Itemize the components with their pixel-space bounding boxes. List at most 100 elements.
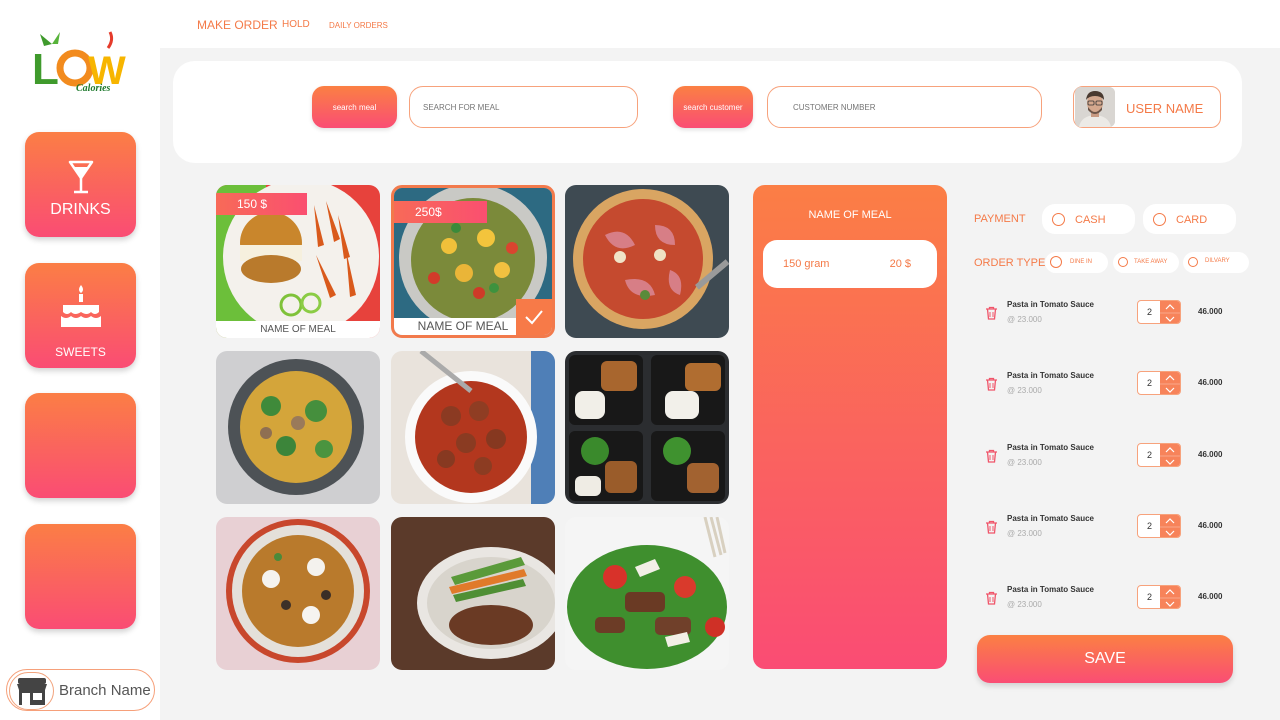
- branch-selector[interactable]: Branch Name: [6, 669, 155, 711]
- trash-icon[interactable]: [985, 591, 998, 610]
- order-item-row: Pasta in Tomato Sauce @ 23.000 2 46.000: [980, 514, 1230, 554]
- stepper-arrows[interactable]: [1160, 444, 1180, 466]
- avatar: [1075, 87, 1115, 127]
- order-item-row: Pasta in Tomato Sauce @ 23.000 2 46.000: [980, 585, 1230, 625]
- order-type-delivery[interactable]: DILVARY: [1183, 252, 1249, 273]
- order-item-total: 46.000: [1198, 450, 1223, 459]
- meal-image: [391, 351, 555, 504]
- meal-card[interactable]: [391, 517, 555, 670]
- detail-weight: 150 gram: [783, 258, 830, 270]
- quantity-stepper[interactable]: 2: [1137, 300, 1181, 324]
- chevron-down-icon: [1165, 459, 1175, 465]
- trash-icon[interactable]: [985, 520, 998, 539]
- sidebar-item-label: DRINKS: [50, 201, 111, 218]
- order-item-total: 46.000: [1198, 592, 1223, 601]
- stepper-arrows[interactable]: [1160, 586, 1180, 608]
- order-item-row: Pasta in Tomato Sauce @ 23.000 2 46.000: [980, 371, 1230, 411]
- order-item-name: Pasta in Tomato Sauce: [1007, 443, 1094, 452]
- radio-icon[interactable]: [1050, 256, 1062, 268]
- chevron-up-icon: [1165, 589, 1175, 595]
- order-type-option-label: DINE IN: [1070, 259, 1093, 265]
- payment-label: PAYMENT: [974, 213, 1026, 225]
- sidebar-item-drinks[interactable]: DRINKS: [25, 132, 136, 237]
- order-item-row: Pasta in Tomato Sauce @ 23.000 2 46.000: [980, 300, 1230, 340]
- customer-number-input[interactable]: [767, 86, 1042, 128]
- detail-price: 20 $: [889, 258, 911, 270]
- order-item-unit-price: @ 23.000: [1007, 315, 1042, 324]
- order-type-dine-in[interactable]: DINE IN: [1045, 252, 1108, 273]
- sidebar-item-sweets[interactable]: SWEETS: [25, 263, 136, 368]
- quantity-stepper[interactable]: 2: [1137, 514, 1181, 538]
- quantity-value: 2: [1147, 521, 1153, 531]
- order-item-total: 46.000: [1198, 307, 1223, 316]
- store-icon: [9, 672, 54, 710]
- tab-make-order[interactable]: MAKE ORDER: [197, 18, 278, 32]
- tab-daily-orders[interactable]: DAILY ORDERS: [329, 21, 388, 30]
- trash-icon[interactable]: [985, 306, 998, 325]
- chevron-up-icon: [1165, 375, 1175, 381]
- payment-option-cash[interactable]: CASH: [1042, 204, 1135, 234]
- order-item-total: 46.000: [1198, 521, 1223, 530]
- sidebar-item-empty-1[interactable]: [25, 393, 136, 498]
- search-meal-input[interactable]: [409, 86, 638, 128]
- order-type-label: ORDER TYPE: [974, 257, 1046, 269]
- radio-icon[interactable]: [1188, 257, 1198, 267]
- stepper-arrows[interactable]: [1160, 372, 1180, 394]
- order-item-name: Pasta in Tomato Sauce: [1007, 585, 1094, 594]
- svg-text:L: L: [32, 45, 59, 94]
- save-button[interactable]: SAVE: [977, 635, 1233, 683]
- sidebar: L W Calories DRINKS SWEETS Branch Name: [0, 0, 160, 720]
- meal-card[interactable]: [565, 517, 729, 670]
- meal-detail-panel: NAME OF MEAL 150 gram 20 $: [753, 185, 947, 669]
- quantity-value: 2: [1147, 592, 1153, 602]
- chevron-up-icon: [1165, 447, 1175, 453]
- chevron-up-icon: [1165, 518, 1175, 524]
- quantity-stepper[interactable]: 2: [1137, 443, 1181, 467]
- meal-image: [216, 517, 380, 670]
- radio-icon[interactable]: [1118, 257, 1128, 267]
- trash-icon[interactable]: [985, 449, 998, 468]
- quantity-value: 2: [1147, 378, 1153, 388]
- radio-icon[interactable]: [1052, 213, 1065, 226]
- quantity-stepper[interactable]: 2: [1137, 371, 1181, 395]
- trash-icon[interactable]: [985, 377, 998, 396]
- sidebar-item-label: SWEETS: [55, 345, 106, 359]
- chevron-up-icon: [1165, 304, 1175, 310]
- price-tag: 250$: [394, 201, 487, 223]
- top-nav: MAKE ORDER HOLD DAILY ORDERS: [160, 0, 1280, 48]
- meal-card[interactable]: [565, 185, 729, 338]
- tab-hold[interactable]: HOLD: [282, 19, 310, 30]
- meal-card[interactable]: [391, 351, 555, 504]
- quantity-value: 2: [1147, 307, 1153, 317]
- order-item-row: Pasta in Tomato Sauce @ 23.000 2 46.000: [980, 443, 1230, 483]
- quantity-stepper[interactable]: 2: [1137, 585, 1181, 609]
- user-profile[interactable]: USER NAME: [1073, 86, 1221, 128]
- order-type-take-away[interactable]: TAKE AWAY: [1113, 252, 1179, 273]
- meal-image: [565, 185, 729, 338]
- meal-image: [565, 351, 729, 504]
- radio-icon[interactable]: [1153, 213, 1166, 226]
- meal-name: NAME OF MEAL: [216, 321, 380, 338]
- order-item-unit-price: @ 23.000: [1007, 386, 1042, 395]
- meal-image: [216, 351, 380, 504]
- meal-card[interactable]: 150 $ NAME OF MEAL: [216, 185, 380, 338]
- meal-card[interactable]: [565, 351, 729, 504]
- stepper-arrows[interactable]: [1160, 515, 1180, 537]
- stepper-arrows[interactable]: [1160, 301, 1180, 323]
- meal-card[interactable]: [216, 517, 380, 670]
- search-meal-button[interactable]: search meal: [312, 86, 397, 128]
- payment-option-label: CASH: [1075, 214, 1106, 226]
- chevron-down-icon: [1165, 387, 1175, 393]
- order-item-unit-price: @ 23.000: [1007, 458, 1042, 467]
- detail-card[interactable]: 150 gram 20 $: [763, 240, 937, 288]
- payment-option-card[interactable]: CARD: [1143, 204, 1236, 234]
- brand-logo: L W Calories: [30, 26, 126, 98]
- meal-card[interactable]: [216, 351, 380, 504]
- search-customer-button[interactable]: search customer: [673, 86, 753, 128]
- detail-title: NAME OF MEAL: [808, 209, 892, 221]
- sidebar-item-empty-2[interactable]: [25, 524, 136, 629]
- quantity-value: 2: [1147, 450, 1153, 460]
- logo-subtitle: Calories: [76, 83, 111, 94]
- meal-card-selected[interactable]: 250$ NAME OF MEAL: [391, 185, 555, 338]
- chevron-down-icon: [1165, 316, 1175, 322]
